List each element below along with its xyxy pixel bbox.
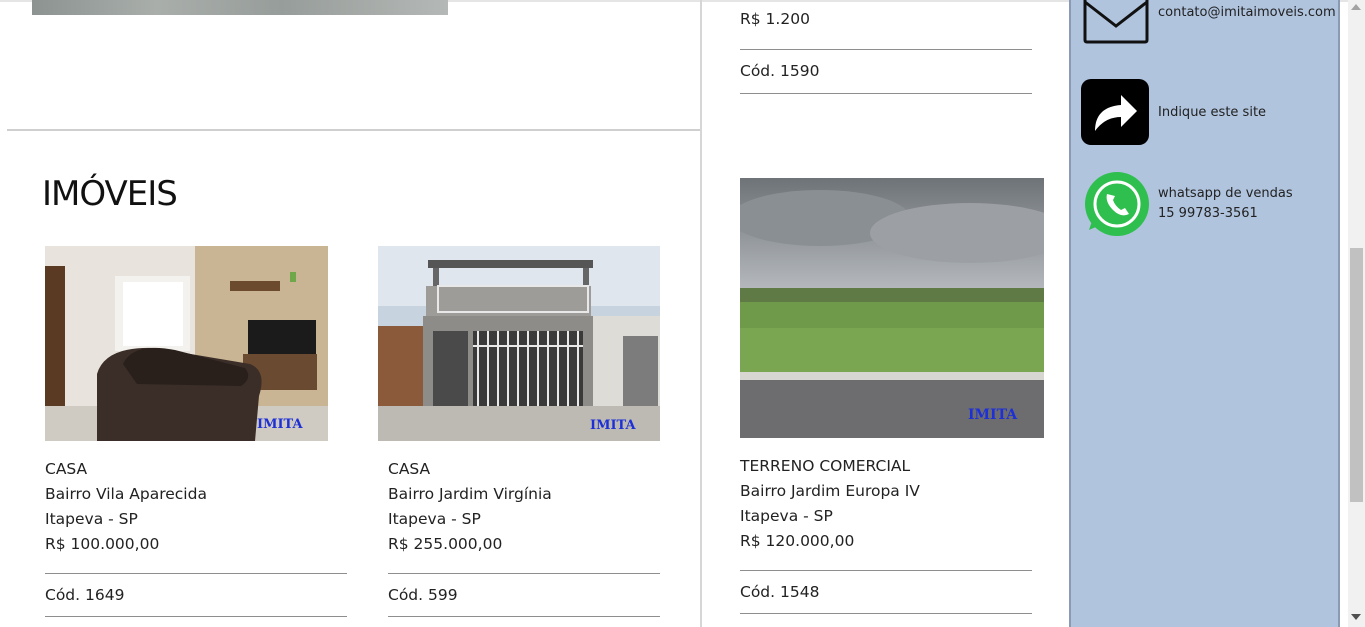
whatsapp-link[interactable]: whatsapp de vendas 15 99783-3561: [1081, 172, 1341, 238]
land-lot-photo: IMITA: [740, 178, 1044, 438]
featured-image[interactable]: [32, 0, 448, 15]
section-title: IMÓVEIS: [42, 174, 178, 214]
property-type: TERRENO COMERCIAL: [740, 457, 911, 475]
scrollbar-thumb[interactable]: [1350, 248, 1363, 502]
property-type: CASA: [388, 460, 431, 478]
partial-listing-price: R$ 1.200: [740, 10, 810, 28]
divider: [740, 570, 1032, 571]
column-divider: [700, 0, 702, 627]
section-divider: [7, 129, 701, 131]
property-neighborhood: Bairro Jardim Virgínia: [388, 485, 552, 503]
share-arrow-icon: [1081, 79, 1149, 145]
brand-watermark: IMITA: [257, 417, 304, 432]
property-city: Itapeva - SP: [388, 510, 481, 528]
divider: [740, 613, 1032, 614]
property-type: CASA: [45, 460, 88, 478]
share-text[interactable]: Indique este site: [1158, 103, 1266, 123]
property-neighborhood: Bairro Vila Aparecida: [45, 485, 207, 503]
brand-watermark: IMITA: [968, 407, 1018, 423]
partial-listing-code: Cód. 1590: [740, 62, 820, 80]
property-card[interactable]: IMITA TERRENO COMERCIAL Bairro Jardim Eu…: [740, 178, 1044, 618]
property-city: Itapeva - SP: [45, 510, 138, 528]
property-price: R$ 120.000,00: [740, 532, 855, 550]
property-card[interactable]: IMITA CASA Bairro Jardim Virgínia Itapev…: [378, 246, 660, 618]
share-link[interactable]: Indique este site: [1081, 79, 1341, 145]
divider: [388, 616, 660, 617]
house-facade-photo: IMITA: [378, 246, 660, 441]
property-photo[interactable]: IMITA: [45, 246, 328, 441]
property-photo[interactable]: IMITA: [740, 178, 1044, 438]
email-text[interactable]: contato@imitaimoveis.com: [1158, 3, 1336, 23]
living-room-photo: IMITA: [45, 246, 328, 441]
property-price: R$ 100.000,00: [45, 535, 160, 553]
whatsapp-label[interactable]: whatsapp de vendas: [1158, 184, 1293, 204]
property-photo[interactable]: IMITA: [378, 246, 660, 441]
brand-watermark: IMITA: [590, 418, 637, 433]
property-neighborhood: Bairro Jardim Europa IV: [740, 482, 920, 500]
whatsapp-icon: [1085, 172, 1149, 236]
scroll-up-arrow[interactable]: [1351, 4, 1361, 10]
property-code: Cód. 1548: [740, 583, 820, 601]
scroll-down-arrow[interactable]: [1351, 614, 1361, 620]
email-link[interactable]: contato@imitaimoveis.com: [1083, 0, 1343, 50]
property-price: R$ 255.000,00: [388, 535, 503, 553]
contact-sidebar: contato@imitaimoveis.com Indique este si…: [1069, 0, 1340, 627]
property-code: Cód. 599: [388, 586, 458, 604]
property-city: Itapeva - SP: [740, 507, 833, 525]
whatsapp-phone[interactable]: 15 99783-3561: [1158, 204, 1258, 224]
divider: [45, 616, 347, 617]
divider: [740, 93, 1032, 94]
divider: [740, 49, 1032, 50]
property-card[interactable]: IMITA CASA Bairro Vila Aparecida Itapeva…: [45, 246, 347, 618]
envelope-icon: [1083, 0, 1149, 44]
divider: [45, 573, 347, 574]
divider: [388, 573, 660, 574]
property-code: Cód. 1649: [45, 586, 125, 604]
